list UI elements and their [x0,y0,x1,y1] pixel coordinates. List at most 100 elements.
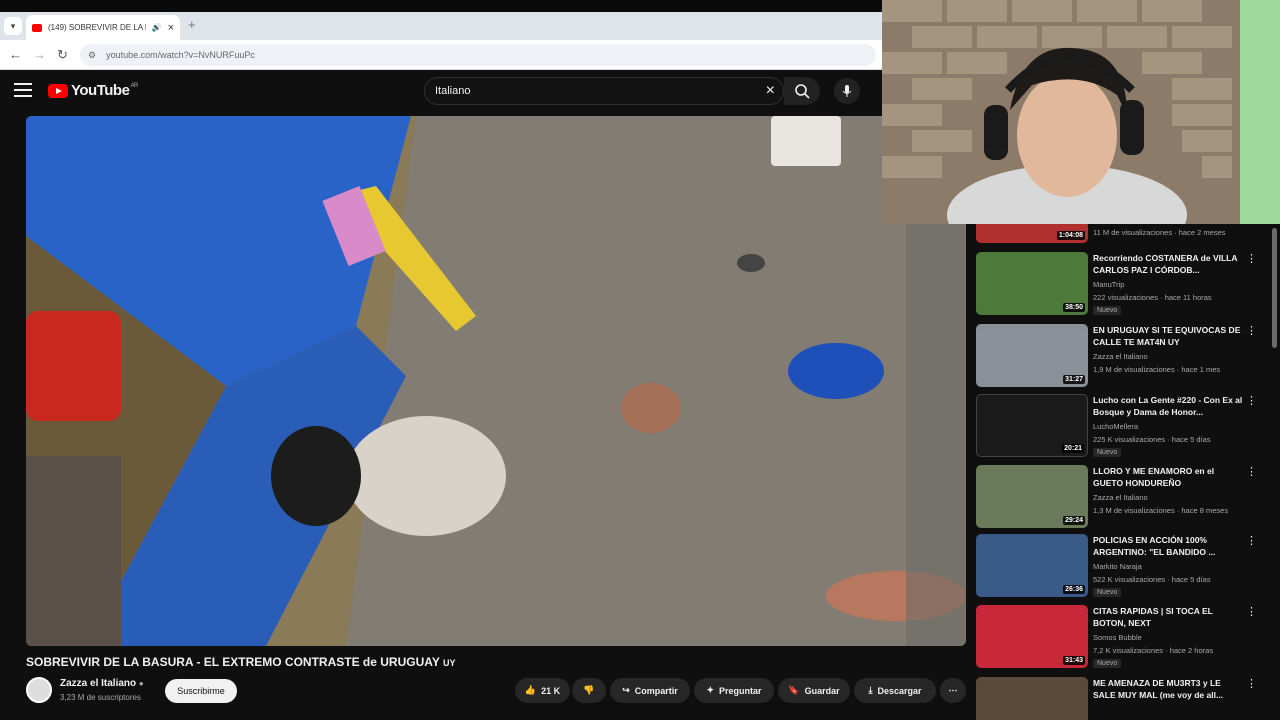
more-icon: ⋯ [948,685,958,695]
like-button[interactable]: 👍 21 K [515,678,570,703]
more-options-icon[interactable]: ⋮ [1246,677,1257,690]
tab-strip: (149) SOBREVIVIR DE LA BA 🔊 × + [0,12,882,40]
new-badge: Nuevo [1093,448,1122,457]
video-frame [26,116,966,646]
address-bar: ← → ↻ ⚙ youtube.com/watch?v=NvNURFuuPc [0,40,882,70]
search-value: Italiano [435,85,471,97]
reload-icon[interactable]: ↻ [57,47,68,63]
verified-icon: ● [138,679,144,688]
channel-name: LuchoMellera [1093,422,1139,431]
like-count: 21 K [541,685,561,696]
share-button[interactable]: ↪ Compartir [610,678,690,703]
thumbnail: 1:04:08 [976,224,1088,243]
channel-name: ManuTrip [1093,280,1125,289]
ask-button[interactable]: ✦ Preguntar [694,678,774,703]
new-badge: Nuevo [1093,659,1122,668]
video-meta: 7,2 K visualizaciones · hace 2 horas [1093,646,1214,655]
video-meta: 11 M de visualizaciones · hace 2 meses [1093,228,1226,237]
new-badge: Nuevo [1093,306,1122,315]
thumbnail: 29:24 [976,465,1088,528]
recommendation-item[interactable]: 26:36 POLICIAS EN ACCIÓN 100% ARGENTINO:… [976,534,1276,600]
recommendation-item[interactable]: 31:43 CITAS RAPIDAS | SI TOCA EL BOTON, … [976,605,1276,671]
voice-search-icon[interactable] [834,78,860,104]
recommendations-sidebar: 1:04:08 11 M de visualizaciones · hace 2… [966,224,1280,720]
share-label: Compartir [634,685,678,696]
more-options-icon[interactable]: ⋮ [1246,605,1257,618]
url-field[interactable]: ⚙ youtube.com/watch?v=NvNURFuuPc [80,44,876,66]
youtube-favicon-icon [32,23,42,32]
thumbnail: 31:27 [976,324,1088,387]
more-options-icon[interactable]: ⋮ [1246,324,1257,337]
recommendation-item[interactable]: 29:24 LLORO Y ME ENAMORO en el GUETO HON… [976,465,1276,531]
youtube-header: YouTube AR Italiano × [0,70,882,112]
url-text: youtube.com/watch?v=NvNURFuuPc [106,50,255,60]
tab-title: (149) SOBREVIVIR DE LA BA [48,23,146,32]
recommendation-item[interactable]: 31:27 EN URUGUAY SI TE EQUIVOCAS DE CALL… [976,324,1276,390]
channel-name: Zazza el Italiano [1093,493,1148,502]
thumbs-up-icon: 👍 [524,685,537,695]
share-icon: ↪ [622,685,630,695]
save-button[interactable]: 🔖 Guardar [778,678,850,703]
search-input[interactable]: Italiano × [424,77,784,105]
tab-close-icon[interactable]: × [168,22,174,34]
more-options-icon[interactable]: ⋮ [1246,252,1257,265]
channel-name-text: Zazza el Italiano [60,678,137,689]
ask-label: Preguntar [719,685,762,696]
duration-badge: 31:27 [1063,375,1085,384]
recommendation-item[interactable]: 38:50 Recorriendo COSTANERA de VILLA CAR… [976,252,1276,318]
logo-region: AR [130,82,138,89]
more-actions-button[interactable]: ⋯ [940,678,966,703]
recommendation-partial[interactable]: 1:04:08 11 M de visualizaciones · hace 2… [976,224,1276,246]
duration-badge: 1:04:08 [1056,231,1085,240]
video-title: POLICIAS EN ACCIÓN 100% ARGENTINO: "EL B… [1093,535,1216,557]
thumbnail: 20:21 [976,394,1088,457]
webcam-frame [882,0,1280,224]
forward-icon[interactable]: → [33,47,46,62]
tab-list-button[interactable]: ▾ [4,17,22,35]
youtube-logo[interactable]: YouTube AR [48,82,138,99]
video-title: EN URUGUAY SI TE EQUIVOCAS DE CALLE TE M… [1093,325,1241,347]
video-title: LLORO Y ME ENAMORO en el GUETO HONDUREÑO [1093,466,1215,488]
video-player[interactable] [26,116,966,646]
thumbs-down-icon: 👎 [583,685,595,695]
new-tab-button[interactable]: + [188,17,196,32]
video-title: Recorriendo COSTANERA de VILLA CARLOS PA… [1093,253,1238,275]
video-title-text: SOBREVIVIR DE LA BASURA - EL EXTREMO CON… [26,655,440,669]
video-title: CITAS RAPIDAS | SI TOCA EL BOTON, NEXT [1093,606,1213,628]
channel-avatar[interactable] [26,677,52,703]
sidebar-scrollbar[interactable] [1272,228,1277,348]
more-options-icon[interactable]: ⋮ [1246,465,1257,478]
browser-tab[interactable]: (149) SOBREVIVIR DE LA BA 🔊 × [26,15,180,40]
duration-badge: 26:36 [1063,585,1085,594]
site-info-icon[interactable]: ⚙ [88,50,96,61]
thumbnail: 26:36 [976,534,1088,597]
recommendation-item[interactable]: ME AMENAZA DE MU3RT3 y LE SALE MUY MAL (… [976,677,1276,720]
channel-name: Somos Bubble [1093,633,1142,642]
speaker-icon: 🔊 [151,23,162,32]
download-button[interactable]: ⤓ Descargar [854,678,936,703]
window-top-bar [0,0,882,12]
download-icon: ⤓ [868,685,873,695]
subscribe-button[interactable]: Suscribirme [165,679,237,703]
save-label: Guardar [804,685,840,696]
channel-name[interactable]: Zazza el Italiano ● [60,678,144,689]
hamburger-menu-icon[interactable] [14,83,32,101]
search-clear-icon[interactable]: × [766,82,775,100]
dislike-button[interactable]: 👎 [572,678,606,703]
bookmark-icon: 🔖 [788,685,800,695]
more-options-icon[interactable]: ⋮ [1246,394,1257,407]
sparkle-icon: ✦ [706,685,715,695]
video-title: Lucho con La Gente #220 - Con Ex al Bosq… [1093,395,1243,417]
duration-badge: 31:43 [1063,656,1085,665]
back-icon[interactable]: ← [9,47,22,62]
duration-badge: 29:24 [1063,516,1085,525]
search-button[interactable] [784,77,820,105]
channel-name: Markito Naraja [1093,562,1142,571]
recommendation-item[interactable]: 20:21 Lucho con La Gente #220 - Con Ex a… [976,394,1276,460]
youtube-play-icon [48,83,68,98]
duration-badge: 20:21 [1062,444,1084,453]
subscriber-count: 3,23 M de suscriptores [60,693,141,702]
new-badge: Nuevo [1093,588,1122,597]
more-options-icon[interactable]: ⋮ [1246,534,1257,547]
video-meta: 225 K visualizaciones · hace 5 días [1093,435,1211,444]
